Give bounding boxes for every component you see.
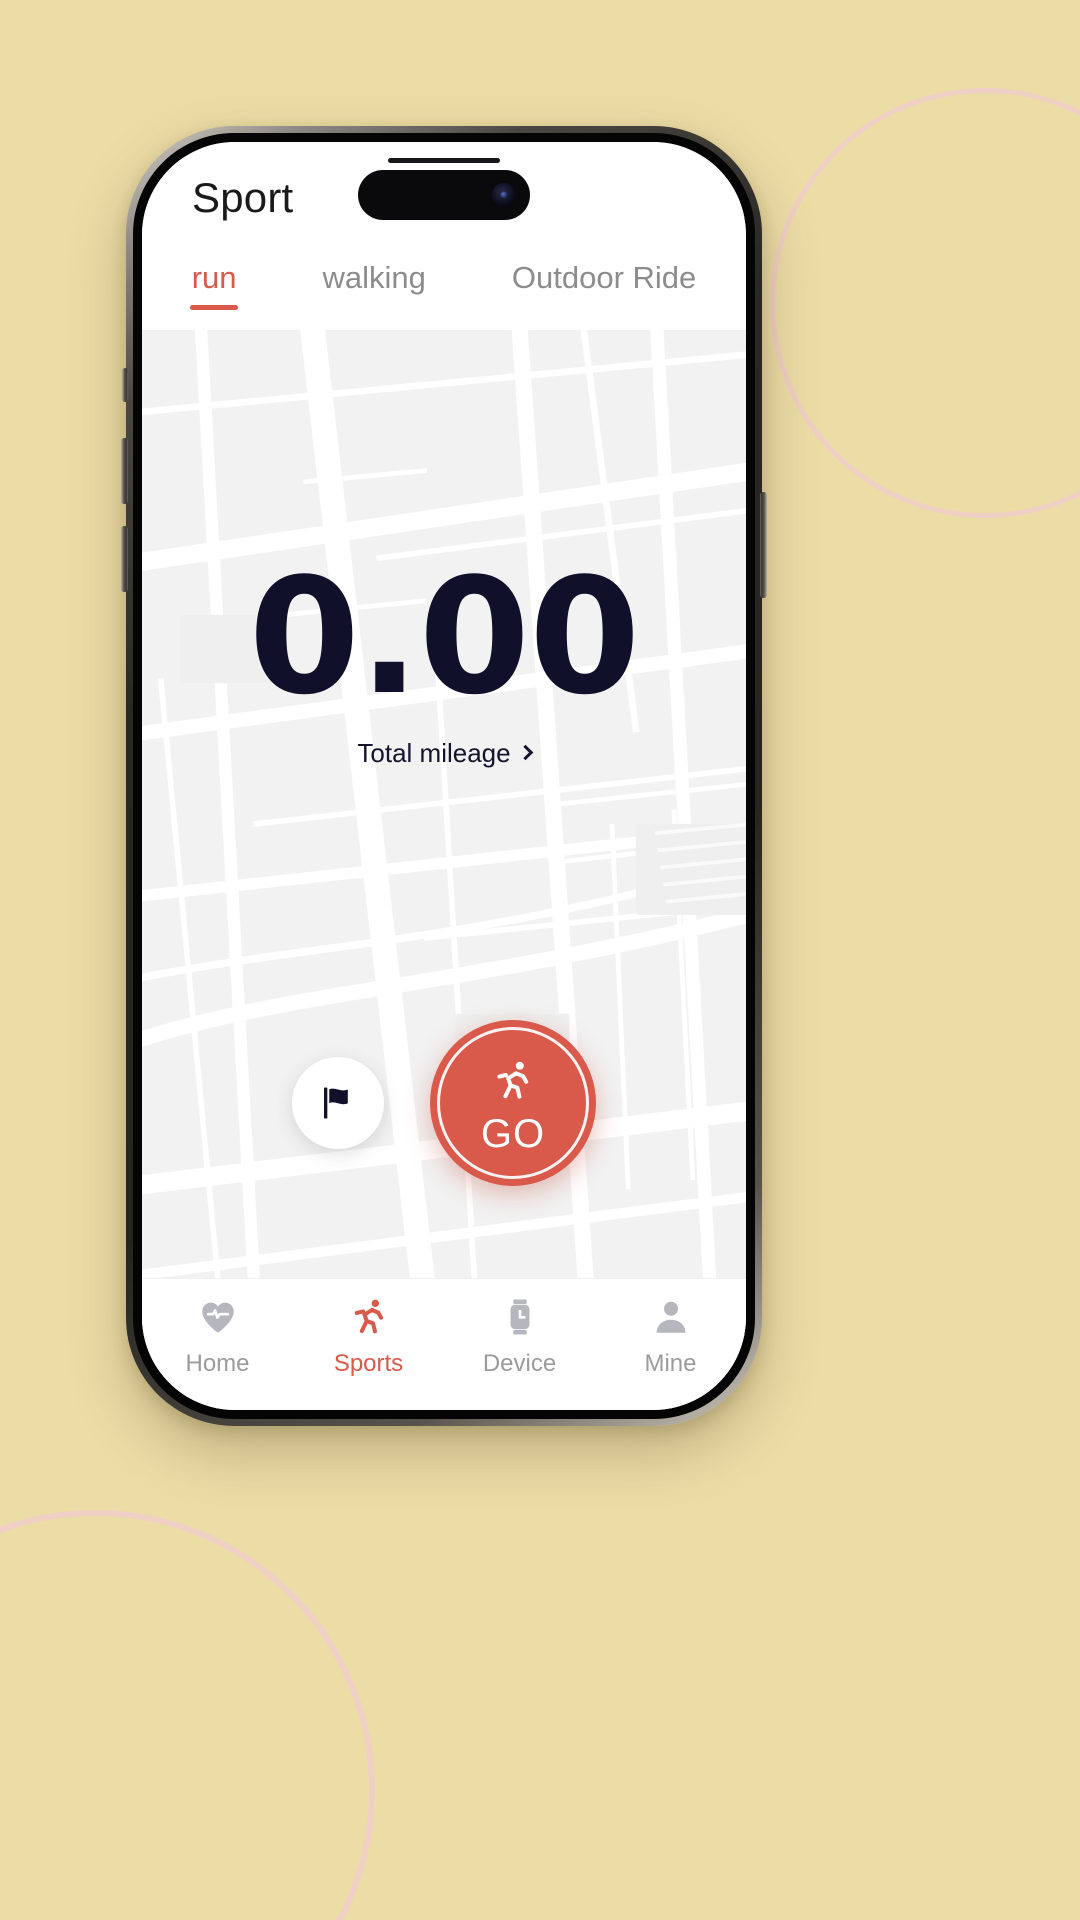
volume-up-button[interactable]	[121, 438, 128, 504]
silent-switch[interactable]	[122, 368, 128, 402]
tab-run-label: run	[191, 260, 237, 295]
tab-outdoor-ride-label: Outdoor Ride	[511, 260, 697, 295]
smartwatch-icon	[499, 1295, 541, 1339]
total-mileage-label: Total mileage	[357, 738, 511, 768]
chevron-right-icon	[517, 744, 533, 761]
sport-app: Sport run walking Outdoor Ride 0.00 Tota…	[142, 142, 746, 1410]
nav-item-mine[interactable]: Mine	[595, 1295, 746, 1378]
go-button-label: GO	[480, 1111, 546, 1156]
bottom-navigation: Home Sports Device Mine	[142, 1278, 746, 1410]
earpiece-speaker	[388, 158, 500, 163]
activity-tabs: run walking Outdoor Ride	[142, 254, 746, 330]
tab-walking[interactable]: walking	[323, 258, 426, 298]
phone-screen: Sport run walking Outdoor Ride 0.00 Tota…	[142, 142, 746, 1410]
deco-ring-bottom-left	[0, 1510, 375, 1920]
map-view[interactable]: 0.00 Total mileage GO	[142, 330, 746, 1278]
runner-icon	[489, 1057, 537, 1110]
flag-icon	[324, 1087, 348, 1119]
deco-ring-top-right	[770, 88, 1080, 518]
mileage-block: 0.00 Total mileage	[248, 543, 641, 769]
tab-outdoor-ride[interactable]: Outdoor Ride	[512, 258, 696, 298]
total-mileage-link[interactable]: Total mileage	[249, 738, 640, 769]
power-button[interactable]	[760, 492, 767, 598]
phone-mockup: Sport run walking Outdoor Ride 0.00 Tota…	[121, 126, 767, 1426]
nav-item-home-label: Home	[185, 1350, 250, 1377]
heart-pulse-icon	[197, 1295, 239, 1339]
nav-item-sports[interactable]: Sports	[293, 1295, 444, 1378]
nav-item-mine-label: Mine	[644, 1350, 697, 1377]
map-action-row: GO	[142, 1020, 746, 1186]
volume-down-button[interactable]	[121, 526, 128, 592]
flag-button[interactable]	[292, 1057, 384, 1149]
tab-active-indicator	[190, 305, 239, 310]
nav-item-device[interactable]: Device	[444, 1295, 595, 1378]
mileage-value: 0.00	[248, 543, 641, 730]
nav-item-device-label: Device	[482, 1350, 557, 1377]
nav-item-home[interactable]: Home	[142, 1295, 293, 1378]
nav-item-sports-label: Sports	[333, 1350, 404, 1377]
tab-walking-label: walking	[322, 260, 426, 295]
page-title: Sport	[192, 174, 294, 221]
phone-bezel: Sport run walking Outdoor Ride 0.00 Tota…	[133, 133, 755, 1419]
tab-run[interactable]: run	[190, 258, 239, 310]
runner-icon	[348, 1295, 390, 1339]
dynamic-island	[358, 158, 530, 220]
front-camera-icon	[492, 183, 516, 207]
person-icon	[650, 1295, 692, 1339]
go-button[interactable]: GO	[430, 1020, 596, 1186]
